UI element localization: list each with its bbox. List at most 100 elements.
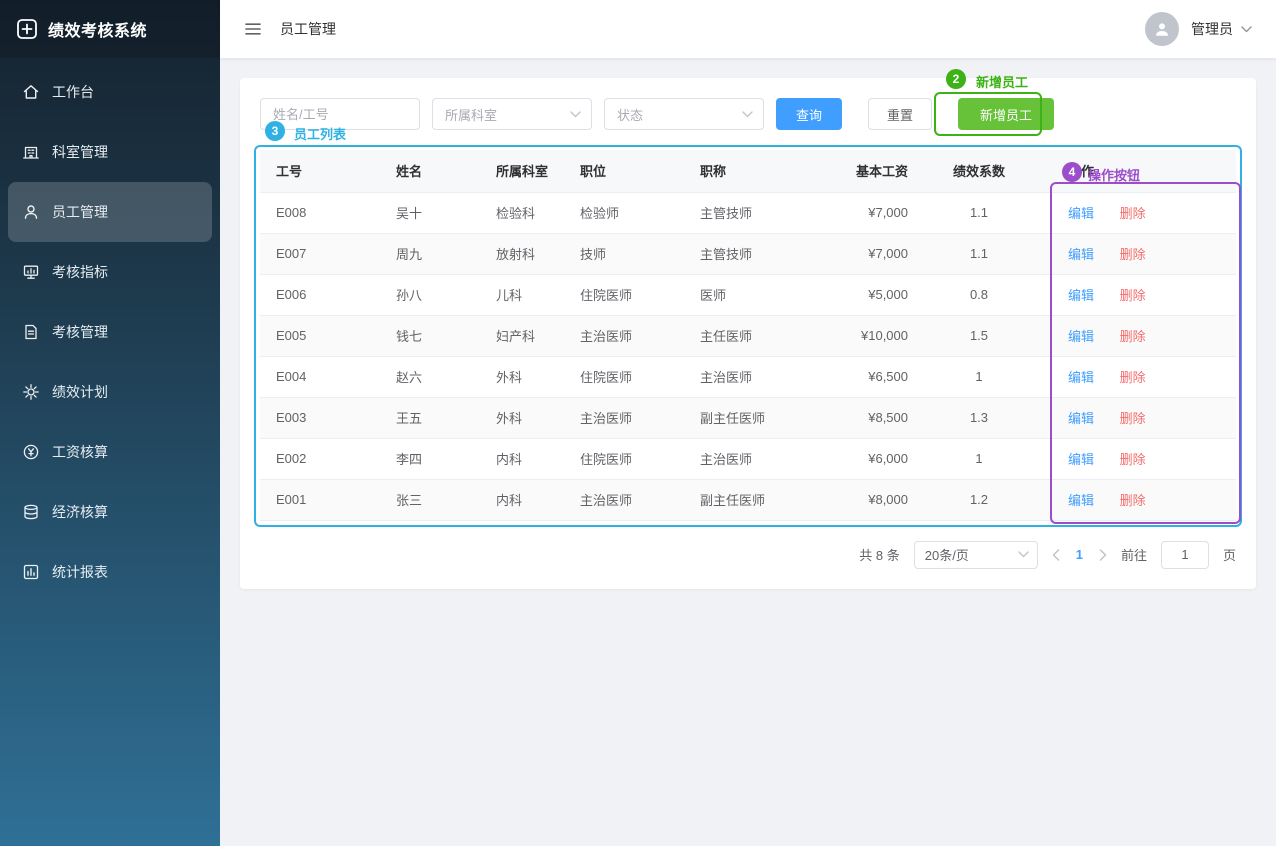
- cell-coefficient: 1.2: [924, 479, 1034, 520]
- cell-operations: 编辑 删除: [1034, 274, 1236, 315]
- app-root: 绩效考核系统 工作台 科室管理 员工管理 考核指标 考核管理: [0, 0, 1276, 846]
- cell-title: 副主任医师: [684, 479, 834, 520]
- cell-department: 检验科: [480, 192, 564, 233]
- cell-title: 医师: [684, 274, 834, 315]
- cell-coefficient: 1: [924, 356, 1034, 397]
- cell-position: 检验师: [564, 192, 684, 233]
- sidebar: 绩效考核系统 工作台 科室管理 员工管理 考核指标 考核管理: [0, 0, 220, 846]
- cell-position: 主治医师: [564, 315, 684, 356]
- cell-emp-id: E003: [260, 397, 380, 438]
- sidebar-item-indicators[interactable]: 考核指标: [8, 242, 212, 302]
- cell-position: 住院医师: [564, 356, 684, 397]
- building-icon: [22, 143, 40, 161]
- cell-operations: 编辑 删除: [1034, 315, 1236, 356]
- sidebar-item-label: 科室管理: [52, 142, 108, 162]
- sidebar-item-economics[interactable]: 经济核算: [8, 482, 212, 542]
- chevron-down-icon: [1018, 551, 1029, 558]
- user-icon: [22, 203, 40, 221]
- cell-coefficient: 0.8: [924, 274, 1034, 315]
- delete-link[interactable]: 删除: [1120, 288, 1146, 303]
- cell-operations: 编辑 删除: [1034, 233, 1236, 274]
- edit-link[interactable]: 编辑: [1068, 247, 1094, 262]
- page-size-value: 20条/页: [925, 545, 969, 564]
- department-select[interactable]: 所属科室: [432, 98, 592, 130]
- cell-position: 主治医师: [564, 479, 684, 520]
- chevron-left-icon: [1052, 549, 1060, 561]
- cell-emp-id: E002: [260, 438, 380, 479]
- add-employee-button[interactable]: 新增员工: [958, 98, 1054, 130]
- medical-cross-logo-icon: [16, 18, 38, 40]
- cell-title: 主任医师: [684, 315, 834, 356]
- main-area: 员工管理 管理员 所属科室 状: [220, 0, 1276, 846]
- cell-department: 妇产科: [480, 315, 564, 356]
- cell-operations: 编辑 删除: [1034, 192, 1236, 233]
- cell-coefficient: 1.5: [924, 315, 1034, 356]
- sidebar-item-employees[interactable]: 员工管理: [8, 182, 212, 242]
- keyword-input[interactable]: [260, 98, 420, 130]
- gear-icon: [22, 383, 40, 401]
- edit-link[interactable]: 编辑: [1068, 493, 1094, 508]
- delete-link[interactable]: 删除: [1120, 493, 1146, 508]
- cell-name: 王五: [380, 397, 480, 438]
- user-menu[interactable]: 管理员: [1145, 12, 1252, 46]
- delete-link[interactable]: 删除: [1120, 206, 1146, 221]
- hamburger-menu-icon[interactable]: [244, 20, 262, 38]
- delete-link[interactable]: 删除: [1120, 329, 1146, 344]
- cell-operations: 编辑 删除: [1034, 397, 1236, 438]
- employee-table: 工号 姓名 所属科室 职位 职称 基本工资 绩效系数 操作 E008 吴十 检验…: [260, 150, 1236, 521]
- goto-page-input[interactable]: [1161, 541, 1209, 569]
- sidebar-item-assessments[interactable]: 考核管理: [8, 302, 212, 362]
- edit-link[interactable]: 编辑: [1068, 370, 1094, 385]
- sidebar-item-plans[interactable]: 绩效计划: [8, 362, 212, 422]
- sidebar-item-salary[interactable]: 工资核算: [8, 422, 212, 482]
- delete-link[interactable]: 删除: [1120, 411, 1146, 426]
- home-icon: [22, 83, 40, 101]
- col-header-department: 所属科室: [480, 150, 564, 192]
- table-row: E006 孙八 儿科 住院医师 医师 ¥5,000 0.8 编辑 删除: [260, 274, 1236, 315]
- delete-link[interactable]: 删除: [1120, 247, 1146, 262]
- cell-name: 周九: [380, 233, 480, 274]
- col-header-emp-id: 工号: [260, 150, 380, 192]
- cell-title: 主管技师: [684, 233, 834, 274]
- status-select-placeholder: 状态: [617, 105, 643, 124]
- prev-page-button[interactable]: [1052, 549, 1060, 561]
- delete-link[interactable]: 删除: [1120, 452, 1146, 467]
- cell-salary: ¥7,000: [834, 233, 924, 274]
- delete-link[interactable]: 删除: [1120, 370, 1146, 385]
- cell-title: 主治医师: [684, 438, 834, 479]
- cell-department: 儿科: [480, 274, 564, 315]
- chevron-down-icon: [742, 111, 753, 118]
- col-header-title: 职称: [684, 150, 834, 192]
- sidebar-item-workbench[interactable]: 工作台: [8, 62, 212, 122]
- username: 管理员: [1191, 19, 1233, 39]
- cell-department: 外科: [480, 397, 564, 438]
- edit-link[interactable]: 编辑: [1068, 288, 1094, 303]
- cell-department: 内科: [480, 479, 564, 520]
- status-select[interactable]: 状态: [604, 98, 764, 130]
- breadcrumb: 员工管理: [280, 19, 336, 39]
- cell-name: 吴十: [380, 192, 480, 233]
- edit-link[interactable]: 编辑: [1068, 329, 1094, 344]
- chevron-right-icon: [1099, 549, 1107, 561]
- sidebar-item-label: 工作台: [52, 82, 94, 102]
- sidebar-item-reports[interactable]: 统计报表: [8, 542, 212, 602]
- edit-link[interactable]: 编辑: [1068, 452, 1094, 467]
- employee-card: 所属科室 状态 查询 重置 新增员工: [240, 78, 1256, 589]
- next-page-button[interactable]: [1099, 549, 1107, 561]
- cell-coefficient: 1.1: [924, 192, 1034, 233]
- cell-title: 副主任医师: [684, 397, 834, 438]
- cell-name: 李四: [380, 438, 480, 479]
- page-size-select[interactable]: 20条/页: [914, 541, 1038, 569]
- edit-link[interactable]: 编辑: [1068, 411, 1094, 426]
- cell-title: 主管技师: [684, 192, 834, 233]
- sidebar-nav: 工作台 科室管理 员工管理 考核指标 考核管理 绩效计划: [0, 58, 220, 602]
- cell-salary: ¥6,500: [834, 356, 924, 397]
- edit-link[interactable]: 编辑: [1068, 206, 1094, 221]
- cell-coefficient: 1.1: [924, 233, 1034, 274]
- search-button[interactable]: 查询: [776, 98, 842, 130]
- avatar: [1145, 12, 1179, 46]
- chevron-down-icon: [1241, 26, 1252, 33]
- sidebar-item-departments[interactable]: 科室管理: [8, 122, 212, 182]
- page-number-1[interactable]: 1: [1074, 547, 1085, 562]
- reset-button[interactable]: 重置: [868, 98, 932, 130]
